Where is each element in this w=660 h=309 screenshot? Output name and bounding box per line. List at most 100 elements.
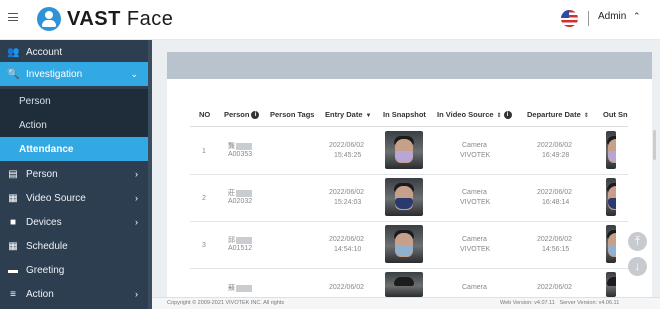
out-snapshot-image[interactable] bbox=[606, 272, 616, 297]
video-icon: ■ bbox=[9, 216, 17, 228]
redacted-name bbox=[236, 142, 252, 150]
video-source-vendor: VIVOTEK bbox=[460, 246, 491, 253]
camera-icon: ▦ bbox=[8, 192, 18, 204]
logo-icon bbox=[37, 7, 61, 31]
entry-time: 15:24:03 bbox=[334, 199, 362, 206]
row-divider bbox=[190, 268, 628, 269]
entry-time: 15:45:25 bbox=[334, 152, 362, 159]
departure-date: 2022/06/02 bbox=[537, 142, 573, 149]
sort-icon[interactable]: ⇕ bbox=[497, 113, 502, 119]
sort-desc-icon[interactable]: ▼ bbox=[366, 113, 372, 119]
entry-date: 2022/06/02 bbox=[329, 284, 365, 291]
out-snapshot-image[interactable] bbox=[606, 178, 616, 216]
version-info: Web Version: v4.07.11 Server Version: v4… bbox=[500, 300, 619, 306]
menu-icon[interactable] bbox=[8, 13, 18, 21]
info-icon[interactable]: i bbox=[503, 111, 512, 120]
col-header-departure-date[interactable]: Departure Date ⇕ bbox=[527, 110, 589, 119]
person-id[interactable]: A02032 bbox=[228, 198, 252, 205]
col-header-entry-date[interactable]: Entry Date ▼ bbox=[325, 110, 371, 119]
person-id[interactable]: A01512 bbox=[228, 245, 252, 252]
sidebar-subitem-label: Action bbox=[19, 119, 47, 131]
col-header-in-snapshot: In Snapshot bbox=[383, 110, 426, 119]
col-header-in-video-source[interactable]: In Video Source ⇕ i bbox=[437, 110, 512, 120]
redacted-name bbox=[236, 284, 252, 292]
video-source-name: Camera bbox=[462, 284, 487, 291]
chevron-up-icon[interactable]: ⌃ bbox=[633, 11, 641, 22]
out-snapshot-image[interactable] bbox=[606, 225, 616, 263]
content-scrollbar[interactable] bbox=[653, 130, 656, 160]
sidebar-item-schedule[interactable]: ▦ Schedule bbox=[0, 234, 148, 258]
video-source-vendor: VIVOTEK bbox=[460, 152, 491, 159]
redacted-name bbox=[236, 236, 252, 244]
sidebar-subitem-action[interactable]: Action bbox=[0, 113, 148, 137]
person-name-char: 蘇 bbox=[228, 285, 235, 292]
brand-logo[interactable]: VAST Face bbox=[67, 8, 173, 31]
sort-icon[interactable]: ⇕ bbox=[584, 113, 589, 119]
entry-time: 14:54:10 bbox=[334, 246, 362, 253]
header-divider bbox=[588, 11, 589, 26]
col-header-no: NO bbox=[199, 110, 211, 119]
in-snapshot-image[interactable] bbox=[385, 225, 423, 263]
sidebar-item-investigation[interactable]: 🔍 Investigation ⌄ bbox=[0, 62, 148, 86]
sidebar-item-label: Devices bbox=[26, 216, 62, 228]
scroll-down-icon[interactable]: ↓ bbox=[628, 257, 647, 276]
entry-date: 2022/06/02 bbox=[329, 189, 365, 196]
sidebar-subitem-label: Attendance bbox=[19, 143, 74, 155]
sidebar-item-greeting[interactable]: ▬ Greeting bbox=[0, 258, 148, 282]
chevron-right-icon[interactable]: › bbox=[135, 217, 138, 227]
col-header-out-snapshot: Out Sn bbox=[603, 110, 628, 119]
snapshot-mask bbox=[395, 198, 413, 209]
entry-date: 2022/06/02 bbox=[329, 236, 365, 243]
in-snapshot-image[interactable] bbox=[385, 131, 423, 169]
sidebar-item-label: Action bbox=[26, 288, 54, 300]
row-divider bbox=[190, 174, 628, 175]
row-divider bbox=[190, 221, 628, 222]
sidebar-item-label: Account bbox=[26, 46, 63, 58]
redacted-name bbox=[236, 189, 252, 197]
chevron-down-icon[interactable]: ⌄ bbox=[130, 69, 138, 80]
copyright-text: Copyright © 2009-2021 VIVOTEK INC. All r… bbox=[167, 300, 285, 306]
chevron-right-icon[interactable]: › bbox=[135, 193, 138, 203]
sidebar-item-person[interactable]: ▤ Person › bbox=[0, 162, 148, 186]
departure-time: 16:49:28 bbox=[542, 152, 570, 159]
filter-panel-header bbox=[167, 52, 652, 79]
person-name[interactable]: 莊 bbox=[228, 188, 252, 198]
top-bar: VAST Face Admin ⌃ bbox=[0, 0, 660, 40]
snapshot-hair bbox=[394, 277, 414, 286]
us-flag-icon[interactable] bbox=[561, 10, 578, 27]
person-name[interactable]: 蘇 bbox=[228, 283, 252, 293]
scroll-to-top-icon[interactable]: ⤒ bbox=[628, 232, 647, 251]
info-icon[interactable]: i bbox=[251, 111, 260, 120]
person-id[interactable]: A00353 bbox=[228, 151, 252, 158]
comment-icon: ▬ bbox=[8, 264, 18, 276]
departure-date: 2022/06/02 bbox=[537, 284, 573, 291]
person-name-char: 莊 bbox=[228, 190, 235, 197]
col-header-person[interactable]: Person i bbox=[224, 110, 260, 120]
in-snapshot-image[interactable] bbox=[385, 178, 423, 216]
out-snapshot-image[interactable] bbox=[606, 131, 616, 169]
person-name-char: 龔 bbox=[228, 143, 235, 150]
sidebar-item-account[interactable]: 👥 Account bbox=[0, 40, 148, 64]
users-icon: 👥 bbox=[7, 46, 20, 58]
person-name[interactable]: 邱 bbox=[228, 235, 252, 245]
sidebar-subitem-person[interactable]: Person bbox=[0, 89, 148, 113]
snapshot-mask bbox=[395, 151, 413, 162]
chevron-right-icon[interactable]: › bbox=[135, 289, 138, 299]
sidebar-item-video-source[interactable]: ▦ Video Source › bbox=[0, 186, 148, 210]
row-number: 3 bbox=[202, 242, 206, 249]
chevron-right-icon[interactable]: › bbox=[135, 169, 138, 179]
video-source-name: Camera bbox=[462, 142, 487, 149]
in-snapshot-image[interactable] bbox=[385, 272, 423, 297]
person-name[interactable]: 龔 bbox=[228, 141, 252, 151]
header-divider-line bbox=[190, 126, 628, 127]
sidebar-item-devices[interactable]: ■ Devices › bbox=[0, 210, 148, 234]
video-source-vendor: VIVOTEK bbox=[460, 199, 491, 206]
snapshot-hair bbox=[607, 277, 616, 286]
departure-time: 14:56:15 bbox=[542, 246, 570, 253]
entry-date: 2022/06/02 bbox=[329, 142, 365, 149]
sidebar-subitem-attendance[interactable]: Attendance bbox=[0, 137, 148, 161]
sidebar-item-label: Person bbox=[26, 168, 58, 180]
user-name[interactable]: Admin bbox=[598, 11, 626, 22]
row-number: 2 bbox=[202, 195, 206, 202]
sidebar-item-action[interactable]: ≡ Action › bbox=[0, 282, 148, 306]
